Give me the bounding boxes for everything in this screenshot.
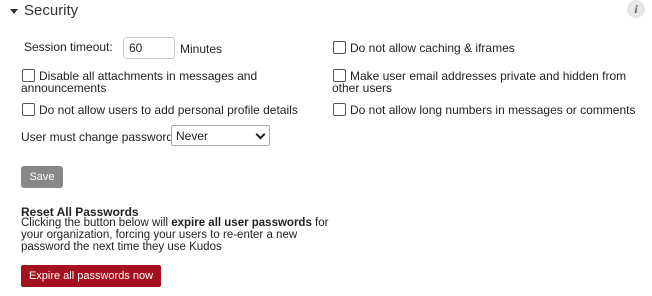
private-email-line2: other users	[332, 81, 393, 95]
save-button[interactable]: Save	[21, 166, 63, 188]
expire-passwords-button[interactable]: Expire all passwords now	[21, 265, 161, 287]
no-long-numbers-label: Do not allow long numbers in messages or…	[350, 103, 636, 117]
chevron-down-icon	[255, 129, 266, 140]
password-change-value: Never	[176, 128, 209, 143]
session-timeout-unit: Minutes	[180, 42, 223, 56]
reset-desc-prefix: Clicking the button below will	[21, 217, 172, 229]
password-change-select[interactable]: Never	[171, 125, 270, 146]
no-caching-checkbox[interactable]	[333, 41, 346, 54]
session-timeout-input[interactable]: 60	[123, 37, 175, 59]
section-title: Security	[24, 2, 79, 19]
no-long-numbers-checkbox[interactable]	[333, 103, 346, 116]
section-header[interactable]: Security	[10, 2, 78, 19]
no-profile-details-checkbox[interactable]	[22, 103, 35, 116]
caret-down-icon	[10, 8, 18, 14]
info-icon[interactable]: i	[627, 0, 645, 18]
reset-description: Clicking the button below will expire al…	[21, 217, 341, 253]
password-change-label: User must change password	[21, 130, 174, 144]
disable-attachments-line2: announcements	[21, 81, 107, 95]
no-caching-label: Do not allow caching & iframes	[350, 41, 515, 55]
session-timeout-label: Session timeout:	[24, 40, 113, 54]
reset-desc-bold: expire all user passwords	[171, 217, 312, 229]
no-profile-details-label: Do not allow users to add personal profi…	[39, 103, 298, 117]
